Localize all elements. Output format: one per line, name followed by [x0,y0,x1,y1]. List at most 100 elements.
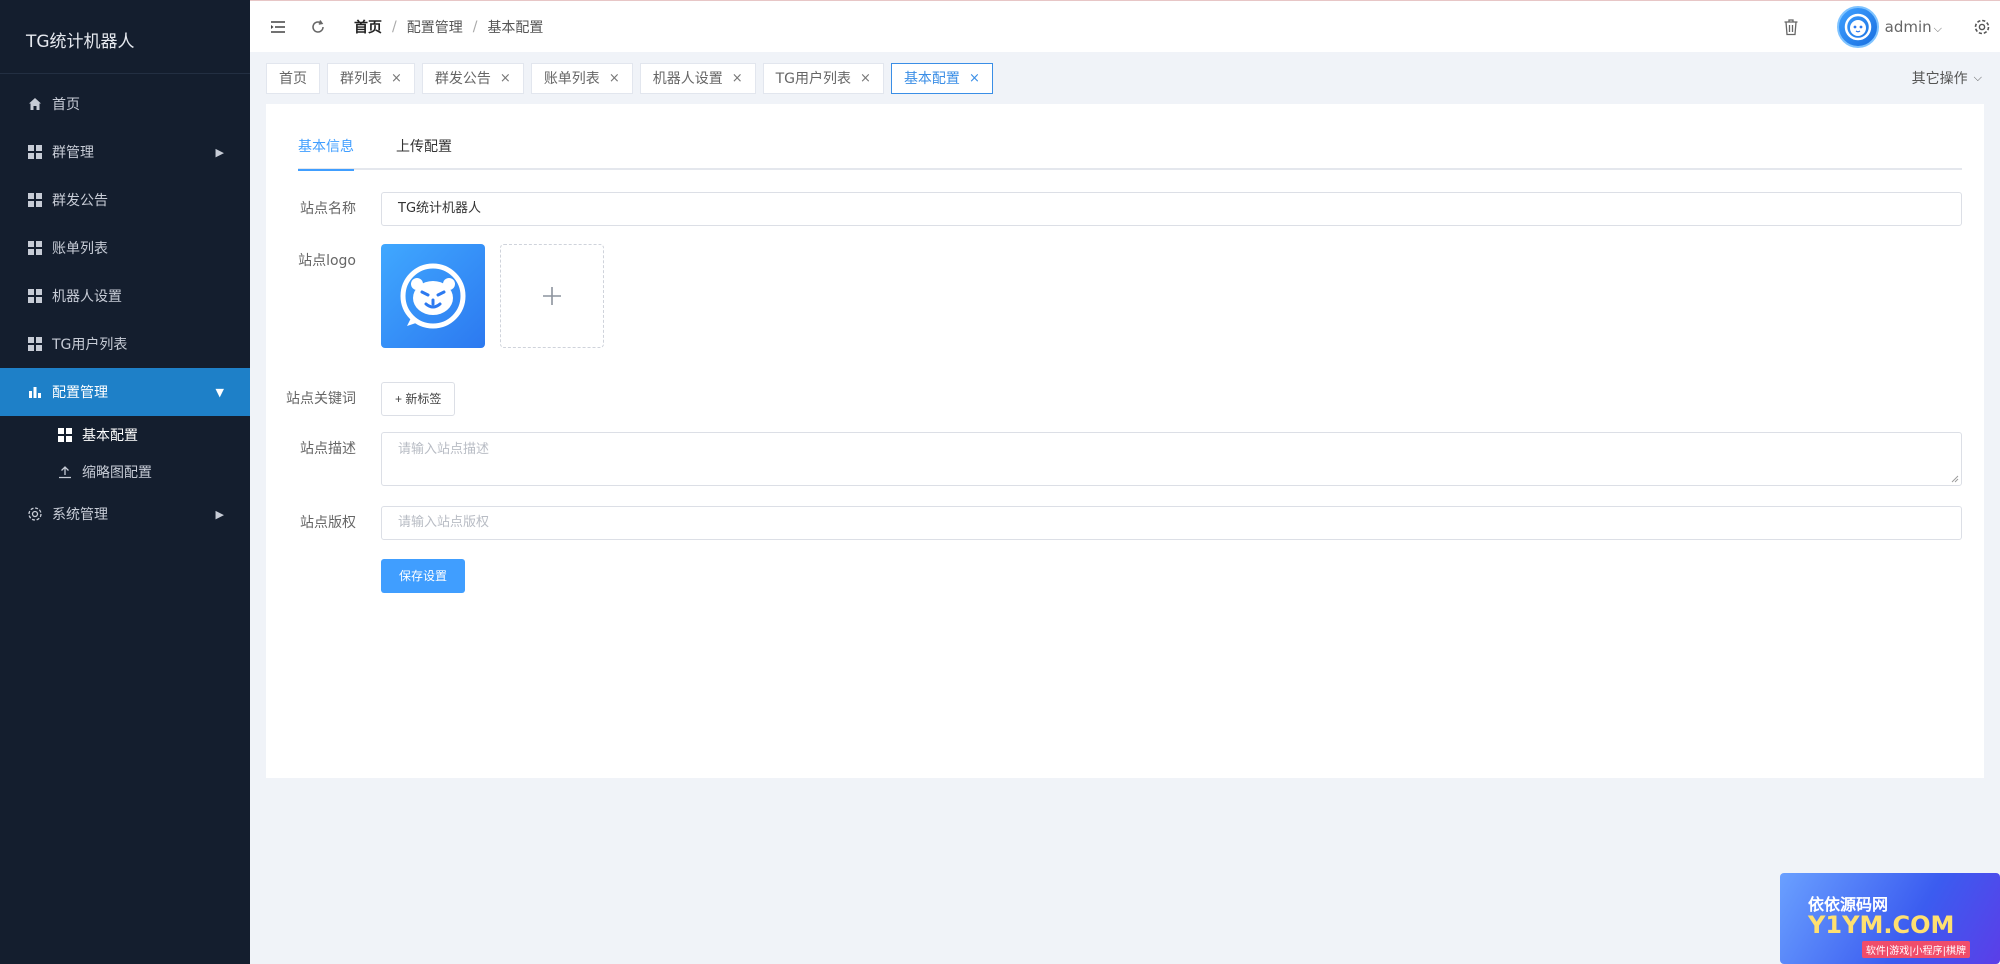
watermark-domain: Y1YM.COM [1808,911,1955,939]
sidebar-item-home[interactable]: 首页 [0,80,250,128]
sidebar: TG统计机器人 首页 群管理 ▶ 群发公告 账单列表 机器人设置 TG用户列表 … [0,0,250,964]
form-row-site-name: 站点名称 TG统计机器人 [266,192,1984,226]
sidebar-item-label: 系统管理 [52,507,108,523]
close-icon[interactable]: × [732,71,743,86]
sidebar-item-groups[interactable]: 群管理 ▶ [0,128,250,176]
site-name-input[interactable]: TG统计机器人 [381,192,1962,226]
tabs-bar: 首页 群列表 × 群发公告 × 账单列表 × 机器人设置 × TG用户列表 × 基本配置 ×… [250,53,2000,103]
form-row-site-logo: 站点logo [266,244,1984,348]
submenu-item-thumb[interactable]: 缩略图配置 [0,453,250,490]
brand-title: TG统计机器人 [0,0,250,74]
settings-card: 基本信息 上传配置 站点名称 TG统计机器人 站点logo 站点关键词 + 新标… [266,104,1984,778]
grid-icon [26,337,44,351]
settings-gear-icon[interactable] [1972,17,1992,37]
breadcrumb-separator: / [472,18,478,35]
caret-down-icon: ▼ [215,385,224,399]
site-name-label: 站点名称 [300,201,356,217]
other-operations-dropdown[interactable]: 其它操作 ⌵ [1912,53,1982,103]
logo-mascot-icon [400,263,466,329]
refresh-icon[interactable] [308,17,328,37]
form-row-actions: 保存设置 [266,559,1984,593]
settings-tabs: 基本信息 上传配置 [298,130,1962,171]
submenu-item-label: 缩略图配置 [82,464,152,481]
copyright-label: 站点版权 [300,515,356,531]
description-placeholder: 请输入站点描述 [398,442,490,457]
home-icon [26,97,44,111]
sidebar-item-label: 群发公告 [52,193,108,209]
avatar[interactable] [1836,6,1879,48]
sidebar-item-label: 配置管理 [52,385,108,401]
watermark-tagline: 软件|游戏|小程序|棋牌 [1861,941,1970,958]
username: admin [1884,18,1932,36]
plus-icon [543,287,561,305]
breadcrumb-item[interactable]: 配置管理 [407,17,463,37]
tab-basic-config[interactable]: 基本配置 × [890,62,993,94]
tab-label: 群发公告 [434,71,491,87]
grid-icon [26,289,44,303]
close-icon[interactable]: × [969,71,980,86]
sidebar-item-system[interactable]: 系统管理 ▶ [0,490,250,538]
sidebar-item-label: 群管理 [52,145,94,161]
grid-icon [26,145,44,159]
sidebar-item-tgusers[interactable]: TG用户列表 [0,320,250,368]
user-menu[interactable]: admin ⌵ [1885,18,1942,36]
site-logo-label: 站点logo [298,253,356,269]
grid-icon [26,241,44,255]
topbar: 首页 / 配置管理 / 基本配置 admin ⌵ [250,0,2000,52]
menu-toggle-icon[interactable] [268,17,288,37]
tab-label: TG用户列表 [775,71,852,87]
tab-bills[interactable]: 账单列表 × [530,62,633,94]
tab-tg-users[interactable]: TG用户列表 × [762,62,884,94]
bar-chart-icon [26,385,44,399]
close-icon[interactable]: × [609,71,620,86]
trash-icon[interactable] [1781,17,1801,37]
gear-icon [26,506,44,522]
tab-home[interactable]: 首页 [266,62,320,94]
tab-upload-config[interactable]: 上传配置 [396,130,452,168]
topbar-right: admin ⌵ [1781,1,2000,53]
form-row-copyright: 站点版权 请输入站点版权 [266,506,1984,540]
other-operations-label: 其它操作 [1911,71,1968,87]
logo-upload-button[interactable] [500,244,604,348]
form-row-description: 站点描述 请输入站点描述 [266,432,1984,486]
description-textarea[interactable]: 请输入站点描述 [381,432,1962,486]
resize-handle-icon[interactable] [1951,475,1959,483]
sidebar-item-announce[interactable]: 群发公告 [0,176,250,224]
breadcrumb: 首页 / 配置管理 / 基本配置 [354,17,543,37]
tab-label: 账单列表 [543,71,600,87]
new-tag-button[interactable]: + 新标签 [381,382,456,416]
close-icon[interactable]: × [500,71,511,86]
chevron-down-icon: ⌵ [1973,71,1982,84]
form-row-keywords: 站点关键词 + 新标签 [266,382,1984,416]
sidebar-item-label: 机器人设置 [52,289,122,305]
tab-label: 首页 [279,71,307,87]
close-icon[interactable]: × [391,71,402,86]
copyright-input[interactable]: 请输入站点版权 [381,506,1962,540]
app-root: TG统计机器人 首页 群管理 ▶ 群发公告 账单列表 机器人设置 TG用户列表 … [0,0,2000,964]
upload-icon [56,465,74,479]
breadcrumb-item: 基本配置 [487,19,544,36]
watermark-badge: 依依源码网 Y1YM.COM 软件|游戏|小程序|棋牌 [1780,873,2000,964]
tab-label: 机器人设置 [652,71,723,87]
tab-announce[interactable]: 群发公告 × [421,62,524,94]
submenu-item-basic[interactable]: 基本配置 [0,416,250,453]
sidebar-item-robot[interactable]: 机器人设置 [0,272,250,320]
tab-group-list[interactable]: 群列表 × [327,62,415,94]
site-logo-image[interactable] [381,244,485,348]
close-icon[interactable]: × [860,71,871,86]
save-settings-button[interactable]: 保存设置 [381,559,465,593]
grid-icon [56,427,74,442]
tab-basic-info[interactable]: 基本信息 [298,130,354,171]
tab-robot-settings[interactable]: 机器人设置 × [639,62,756,94]
breadcrumb-separator: / [392,18,397,35]
sidebar-item-bills[interactable]: 账单列表 [0,224,250,272]
sidebar-item-config[interactable]: 配置管理 ▼ [0,368,250,416]
grid-icon [26,193,44,207]
chevron-down-icon: ⌵ [1933,22,1942,35]
caret-right-icon: ▶ [215,145,224,159]
tab-label: 基本配置 [903,71,960,87]
breadcrumb-item[interactable]: 首页 [354,17,382,37]
sidebar-item-label: 首页 [52,97,80,113]
sidebar-item-label: TG用户列表 [52,337,128,353]
tab-label: 群列表 [340,71,382,87]
